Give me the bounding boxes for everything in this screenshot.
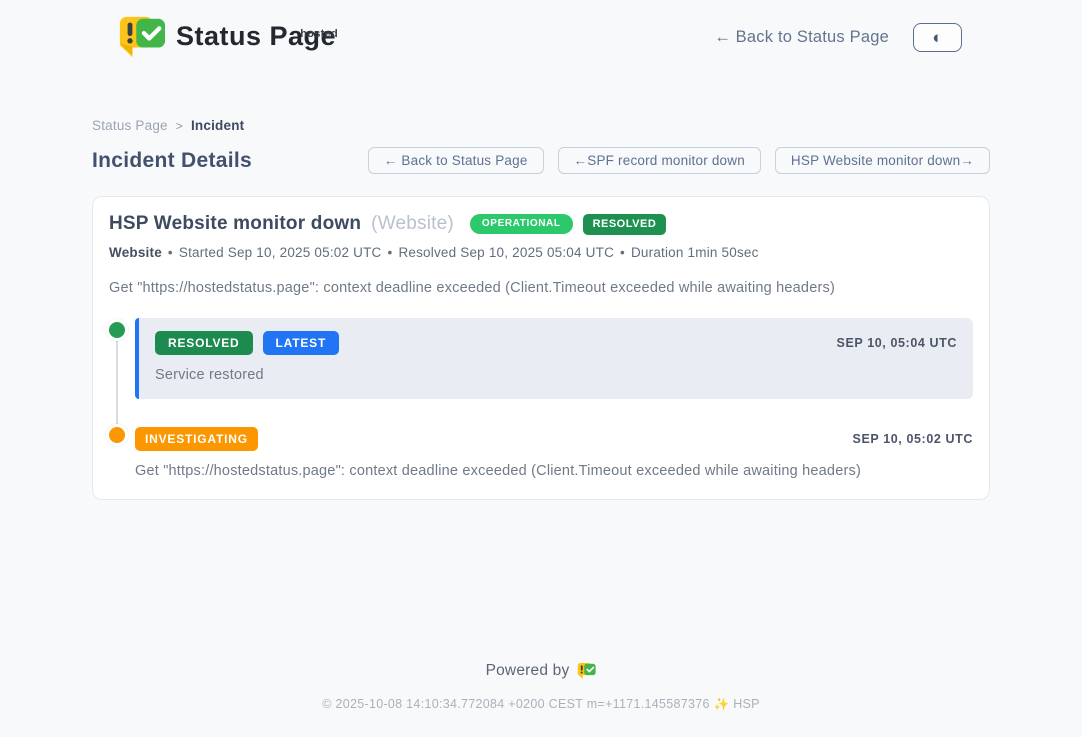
theme-toggle-button[interactable]: ◐: [913, 23, 962, 52]
main-content: Status Page > Incident Incident Details …: [0, 118, 1082, 500]
meta-resolved: Resolved Sep 10, 2025 05:04 UTC: [398, 245, 614, 260]
update-message: Get "https://hostedstatus.page": context…: [135, 463, 973, 479]
resolved-state-badge: RESOLVED: [583, 214, 667, 235]
update-latest-badge: LATEST: [263, 331, 340, 355]
footer: Powered by © 2025-10-08 14:10:34.772084 …: [0, 662, 1082, 737]
update-resolved-badge: RESOLVED: [155, 331, 253, 355]
timeline-latest-update-box: RESOLVED LATEST SEP 10, 05:04 UTC Servic…: [135, 318, 973, 399]
powered-by-label: Powered by: [486, 662, 570, 680]
breadcrumb: Status Page > Incident: [92, 118, 990, 133]
incident-card: HSP Website monitor down (Website) OPERA…: [92, 196, 990, 500]
prev-incident-button[interactable]: ←SPF record monitor down: [558, 147, 761, 174]
copyright-text: © 2025-10-08 14:10:34.772084 +0200 CEST …: [0, 697, 1082, 712]
footer-logo-icon: [577, 662, 596, 680]
brand-name: Status Page hosted: [176, 14, 336, 58]
operational-status-badge: OPERATIONAL: [470, 214, 573, 234]
meta-component: Website: [109, 245, 162, 260]
brand-logo-icon: [118, 14, 166, 60]
breadcrumb-current: Incident: [191, 118, 244, 133]
update-timestamp: SEP 10, 05:04 UTC: [837, 336, 957, 350]
incident-timeline: RESOLVED LATEST SEP 10, 05:04 UTC Servic…: [109, 318, 973, 479]
timeline-entry-investigating: INVESTIGATING SEP 10, 05:02 UTC Get "htt…: [109, 427, 973, 479]
timeline-dot-resolved: [109, 322, 125, 338]
meta-duration: Duration 1min 50sec: [631, 245, 759, 260]
powered-by-link[interactable]: Powered by: [486, 662, 597, 680]
incident-title: HSP Website monitor down: [109, 213, 361, 235]
breadcrumb-separator: >: [176, 119, 183, 133]
back-to-status-page-button[interactable]: ← Back to Status Page: [368, 147, 544, 174]
incident-scope: (Website): [371, 213, 454, 235]
next-incident-button[interactable]: HSP Website monitor down→: [775, 147, 990, 174]
update-investigating-badge: INVESTIGATING: [135, 427, 258, 451]
timeline-entry-resolved: RESOLVED LATEST SEP 10, 05:04 UTC Servic…: [109, 318, 973, 399]
incident-description: Get "https://hostedstatus.page": context…: [109, 280, 973, 296]
header: Status Page hosted ← Back to Status Page…: [0, 0, 1082, 60]
incident-nav-buttons: ← Back to Status Page ←SPF record monito…: [368, 147, 990, 174]
incident-meta: Website • Started Sep 10, 2025 05:02 UTC…: [109, 245, 973, 260]
update-message: Service restored: [155, 367, 957, 383]
brand-logo-link[interactable]: Status Page hosted: [118, 14, 336, 60]
update-timestamp: SEP 10, 05:02 UTC: [853, 432, 973, 446]
timeline-dot-investigating: [109, 427, 125, 443]
breadcrumb-status-page-link[interactable]: Status Page: [92, 118, 168, 133]
brand-hosted-label: hosted: [300, 12, 338, 56]
page-title: Incident Details: [92, 149, 252, 173]
header-back-link[interactable]: ← Back to Status Page: [714, 28, 889, 47]
meta-started: Started Sep 10, 2025 05:02 UTC: [179, 245, 382, 260]
contrast-icon: ◐: [932, 29, 942, 46]
